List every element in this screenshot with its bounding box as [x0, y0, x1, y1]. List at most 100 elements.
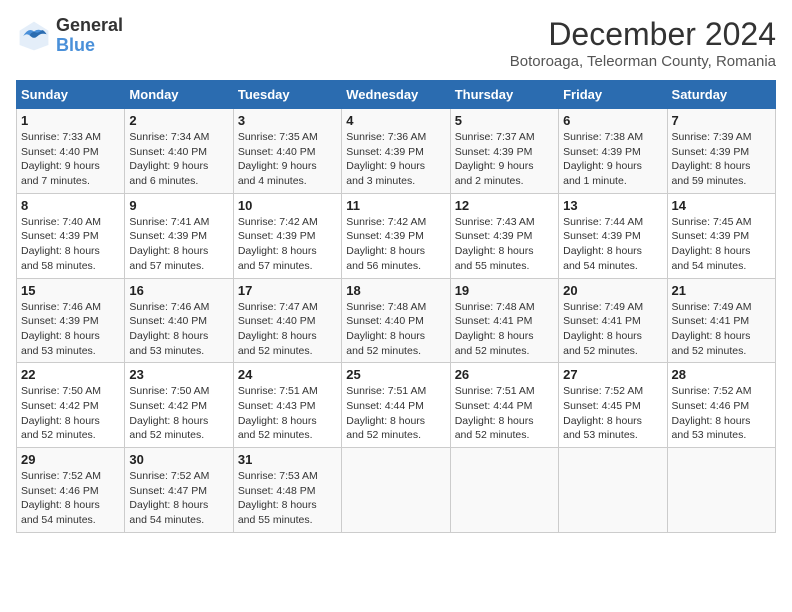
day-info: Sunrise: 7:46 AM Sunset: 4:39 PM Dayligh…	[21, 300, 120, 359]
day-number: 20	[563, 283, 662, 298]
month-title: December 2024	[510, 16, 776, 53]
logo-line1: General	[56, 16, 123, 36]
calendar-cell: 23Sunrise: 7:50 AM Sunset: 4:42 PM Dayli…	[125, 363, 233, 448]
calendar-cell: 26Sunrise: 7:51 AM Sunset: 4:44 PM Dayli…	[450, 363, 558, 448]
day-info: Sunrise: 7:51 AM Sunset: 4:44 PM Dayligh…	[455, 384, 554, 443]
calendar-week-1: 1 Sunrise: 7:33 AM Sunset: 4:40 PM Daylig…	[17, 109, 776, 194]
day-info: Sunrise: 7:42 AM Sunset: 4:39 PM Dayligh…	[238, 215, 337, 274]
calendar-cell: 4 Sunrise: 7:36 AM Sunset: 4:39 PM Daylig…	[342, 109, 450, 194]
day-info: Sunrise: 7:43 AM Sunset: 4:39 PM Dayligh…	[455, 215, 554, 274]
day-number: 17	[238, 283, 337, 298]
day-number: 10	[238, 198, 337, 213]
calendar-cell: 7 Sunrise: 7:39 AM Sunset: 4:39 PM Daylig…	[667, 109, 775, 194]
day-info: Sunrise: 7:38 AM Sunset: 4:39 PM Dayligh…	[563, 130, 662, 189]
day-info: Sunrise: 7:53 AM Sunset: 4:48 PM Dayligh…	[238, 469, 337, 528]
day-info: Sunrise: 7:49 AM Sunset: 4:41 PM Dayligh…	[672, 300, 771, 359]
calendar-cell: 27 Sunrise: 7:52 AM Sunset: 4:45 PM Dayli…	[559, 363, 667, 448]
day-info: Sunrise: 7:39 AM Sunset: 4:39 PM Dayligh…	[672, 130, 771, 189]
day-info: Sunrise: 7:48 AM Sunset: 4:40 PM Dayligh…	[346, 300, 445, 359]
day-info: Sunrise: 7:52 AM Sunset: 4:46 PM Dayligh…	[672, 384, 771, 443]
calendar-cell: 25 Sunrise: 7:51 AM Sunset: 4:44 PM Dayli…	[342, 363, 450, 448]
day-number: 7	[672, 113, 771, 128]
day-number: 25	[346, 367, 445, 382]
day-number: 28	[672, 367, 771, 382]
day-number: 11	[346, 198, 445, 213]
calendar-cell: 11 Sunrise: 7:42 AM Sunset: 4:39 PM Dayli…	[342, 193, 450, 278]
page-header: General Blue December 2024 Botoroaga, Te…	[16, 16, 776, 70]
day-number: 13	[563, 198, 662, 213]
calendar-week-5: 29Sunrise: 7:52 AM Sunset: 4:46 PM Dayli…	[17, 448, 776, 533]
day-info: Sunrise: 7:52 AM Sunset: 4:47 PM Dayligh…	[129, 469, 228, 528]
day-info: Sunrise: 7:35 AM Sunset: 4:40 PM Dayligh…	[238, 130, 337, 189]
logo-icon	[16, 18, 52, 54]
calendar-cell: 12 Sunrise: 7:43 AM Sunset: 4:39 PM Dayli…	[450, 193, 558, 278]
calendar-cell	[559, 448, 667, 533]
calendar-cell: 15 Sunrise: 7:46 AM Sunset: 4:39 PM Dayli…	[17, 278, 125, 363]
calendar-cell: 18Sunrise: 7:48 AM Sunset: 4:40 PM Dayli…	[342, 278, 450, 363]
col-header-saturday: Saturday	[667, 81, 775, 109]
calendar-cell: 10 Sunrise: 7:42 AM Sunset: 4:39 PM Dayli…	[233, 193, 341, 278]
calendar-cell: 8 Sunrise: 7:40 AM Sunset: 4:39 PM Daylig…	[17, 193, 125, 278]
calendar-cell: 6 Sunrise: 7:38 AM Sunset: 4:39 PM Daylig…	[559, 109, 667, 194]
col-header-friday: Friday	[559, 81, 667, 109]
day-info: Sunrise: 7:33 AM Sunset: 4:40 PM Dayligh…	[21, 130, 120, 189]
day-info: Sunrise: 7:37 AM Sunset: 4:39 PM Dayligh…	[455, 130, 554, 189]
day-info: Sunrise: 7:48 AM Sunset: 4:41 PM Dayligh…	[455, 300, 554, 359]
calendar-cell: 21 Sunrise: 7:49 AM Sunset: 4:41 PM Dayli…	[667, 278, 775, 363]
calendar-cell	[450, 448, 558, 533]
calendar-cell: 14 Sunrise: 7:45 AM Sunset: 4:39 PM Dayli…	[667, 193, 775, 278]
day-number: 3	[238, 113, 337, 128]
day-number: 24	[238, 367, 337, 382]
day-number: 30	[129, 452, 228, 467]
day-number: 6	[563, 113, 662, 128]
calendar-cell: 20Sunrise: 7:49 AM Sunset: 4:41 PM Dayli…	[559, 278, 667, 363]
day-number: 2	[129, 113, 228, 128]
day-info: Sunrise: 7:41 AM Sunset: 4:39 PM Dayligh…	[129, 215, 228, 274]
day-info: Sunrise: 7:51 AM Sunset: 4:44 PM Dayligh…	[346, 384, 445, 443]
calendar-cell: 5 Sunrise: 7:37 AM Sunset: 4:39 PM Daylig…	[450, 109, 558, 194]
calendar-week-3: 15 Sunrise: 7:46 AM Sunset: 4:39 PM Dayli…	[17, 278, 776, 363]
calendar-cell: 16 Sunrise: 7:46 AM Sunset: 4:40 PM Dayli…	[125, 278, 233, 363]
day-info: Sunrise: 7:50 AM Sunset: 4:42 PM Dayligh…	[129, 384, 228, 443]
calendar-header-row: SundayMondayTuesdayWednesdayThursdayFrid…	[17, 81, 776, 109]
day-info: Sunrise: 7:51 AM Sunset: 4:43 PM Dayligh…	[238, 384, 337, 443]
day-number: 14	[672, 198, 771, 213]
day-number: 22	[21, 367, 120, 382]
calendar-cell: 31Sunrise: 7:53 AM Sunset: 4:48 PM Dayli…	[233, 448, 341, 533]
day-info: Sunrise: 7:40 AM Sunset: 4:39 PM Dayligh…	[21, 215, 120, 274]
title-block: December 2024 Botoroaga, Teleorman Count…	[510, 16, 776, 70]
day-info: Sunrise: 7:47 AM Sunset: 4:40 PM Dayligh…	[238, 300, 337, 359]
logo-text: General Blue	[56, 16, 123, 56]
calendar-cell: 17 Sunrise: 7:47 AM Sunset: 4:40 PM Dayli…	[233, 278, 341, 363]
calendar-cell: 28 Sunrise: 7:52 AM Sunset: 4:46 PM Dayli…	[667, 363, 775, 448]
day-number: 15	[21, 283, 120, 298]
col-header-monday: Monday	[125, 81, 233, 109]
day-number: 8	[21, 198, 120, 213]
day-number: 5	[455, 113, 554, 128]
day-info: Sunrise: 7:45 AM Sunset: 4:39 PM Dayligh…	[672, 215, 771, 274]
calendar-cell: 2Sunrise: 7:34 AM Sunset: 4:40 PM Daylig…	[125, 109, 233, 194]
calendar-cell	[342, 448, 450, 533]
day-info: Sunrise: 7:50 AM Sunset: 4:42 PM Dayligh…	[21, 384, 120, 443]
day-info: Sunrise: 7:36 AM Sunset: 4:39 PM Dayligh…	[346, 130, 445, 189]
day-info: Sunrise: 7:42 AM Sunset: 4:39 PM Dayligh…	[346, 215, 445, 274]
col-header-wednesday: Wednesday	[342, 81, 450, 109]
calendar-cell: 3 Sunrise: 7:35 AM Sunset: 4:40 PM Daylig…	[233, 109, 341, 194]
day-number: 21	[672, 283, 771, 298]
calendar-week-4: 22 Sunrise: 7:50 AM Sunset: 4:42 PM Dayli…	[17, 363, 776, 448]
calendar-table: SundayMondayTuesdayWednesdayThursdayFrid…	[16, 80, 776, 533]
day-info: Sunrise: 7:52 AM Sunset: 4:46 PM Dayligh…	[21, 469, 120, 528]
day-number: 27	[563, 367, 662, 382]
col-header-thursday: Thursday	[450, 81, 558, 109]
col-header-tuesday: Tuesday	[233, 81, 341, 109]
calendar-cell: 1 Sunrise: 7:33 AM Sunset: 4:40 PM Daylig…	[17, 109, 125, 194]
day-number: 1	[21, 113, 120, 128]
day-number: 9	[129, 198, 228, 213]
day-number: 16	[129, 283, 228, 298]
day-number: 12	[455, 198, 554, 213]
calendar-cell	[667, 448, 775, 533]
day-info: Sunrise: 7:52 AM Sunset: 4:45 PM Dayligh…	[563, 384, 662, 443]
day-info: Sunrise: 7:46 AM Sunset: 4:40 PM Dayligh…	[129, 300, 228, 359]
calendar-cell: 22 Sunrise: 7:50 AM Sunset: 4:42 PM Dayli…	[17, 363, 125, 448]
day-number: 4	[346, 113, 445, 128]
